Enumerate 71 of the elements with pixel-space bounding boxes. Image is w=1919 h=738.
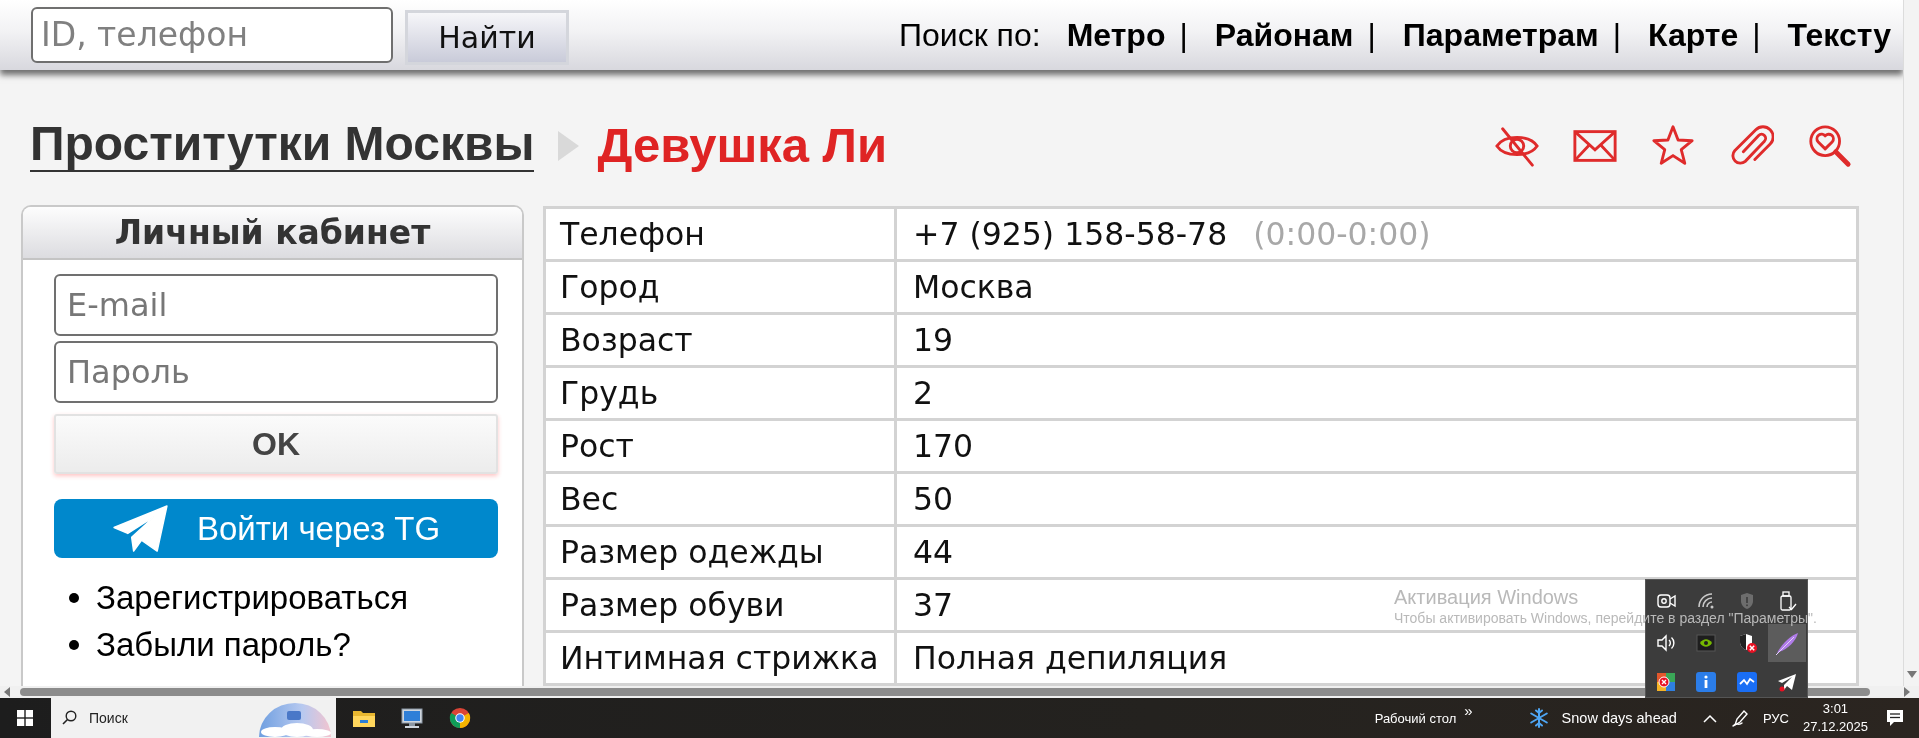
language-indicator[interactable]: РУС — [1762, 710, 1789, 726]
sidebar-link[interactable]: Забыли пароль? — [96, 625, 351, 664]
heart-magnifier-icon[interactable] — [1806, 122, 1852, 169]
nav-link[interactable]: Метро — [1066, 16, 1166, 54]
row-label: Вес — [560, 481, 619, 517]
bullet-icon — [69, 592, 79, 603]
telegram-login-button[interactable]: Войти через TG — [54, 499, 498, 558]
search-button[interactable]: Найти — [405, 10, 569, 65]
clock-date[interactable]: 27.12.2025 — [1802, 718, 1868, 736]
vertical-scrollbar[interactable] — [1903, 0, 1919, 686]
clock-time[interactable]: 3:01 — [1822, 700, 1849, 718]
nav-link[interactable]: Карте — [1647, 16, 1739, 54]
down-arrow-icon[interactable] — [1906, 671, 1917, 678]
nav-label: Поиск по: — [899, 16, 1041, 54]
horizontal-scrollbar[interactable] — [0, 686, 1919, 698]
email-field[interactable]: E-mail — [54, 274, 498, 336]
nav-link[interactable]: Тексту — [1787, 16, 1891, 54]
row-label: Телефон — [560, 216, 705, 252]
app-error-icon[interactable] — [1655, 670, 1678, 693]
row-label: Размер одежды — [560, 534, 824, 570]
row-value: Полная депиляция — [913, 640, 1228, 676]
feather-icon[interactable] — [1767, 624, 1806, 662]
row-label: Грудь — [560, 375, 659, 411]
row-label: Размер обуви — [560, 587, 785, 623]
row-value: +7 (925) 158-58-78 — [913, 216, 1228, 252]
row-label: Рост — [560, 428, 634, 464]
panel-header: Личный кабинет — [23, 207, 522, 260]
activation-title: Активация Windows — [1394, 586, 1579, 609]
desktop-toolbar[interactable]: Рабочий стол — [1374, 710, 1457, 726]
search-icon — [62, 710, 77, 725]
ok-button[interactable]: OK — [54, 414, 498, 474]
password-field[interactable]: Пароль — [54, 341, 498, 403]
right-arrow-icon[interactable] — [1904, 687, 1910, 697]
snowflake-icon — [1528, 708, 1549, 728]
row-label: Город — [560, 269, 660, 305]
row-value: 170 — [913, 428, 974, 464]
nav-link[interactable]: Районам — [1214, 16, 1354, 54]
row-value: Москва — [913, 269, 1034, 305]
nav-link[interactable]: Параметрам — [1402, 16, 1599, 54]
weather-widget[interactable]: Snow days ahead — [1528, 708, 1677, 728]
info-icon[interactable] — [1695, 670, 1718, 693]
separator: | — [1612, 16, 1621, 54]
scrollbar-thumb[interactable] — [20, 688, 1870, 696]
separator: | — [1752, 16, 1761, 54]
pulse-icon[interactable] — [1735, 670, 1758, 693]
paper-plane-icon — [111, 504, 169, 553]
row-value: 50 — [913, 481, 954, 517]
computer-icon[interactable] — [400, 707, 424, 729]
row-value: 19 — [913, 322, 954, 358]
row-label: Интимная стрижка — [560, 640, 879, 676]
breadcrumb-link[interactable]: Проститутки Москвы — [30, 119, 535, 172]
eye-logo-icon[interactable] — [1695, 632, 1718, 654]
row-value: 37 — [913, 587, 954, 623]
bullet-icon — [69, 639, 79, 650]
triangle-icon — [558, 130, 580, 161]
start-icon[interactable] — [17, 710, 33, 726]
row-label: Возраст — [560, 322, 693, 358]
row-value: 2 — [913, 375, 934, 411]
left-arrow-icon[interactable] — [4, 687, 10, 697]
sidebar-link[interactable]: Зарегистрироваться — [96, 578, 409, 617]
page-title: Девушка Ли — [597, 119, 888, 172]
chevron-up-icon[interactable] — [1702, 713, 1717, 723]
separator: | — [1179, 16, 1188, 54]
search-field[interactable]: ID, телефон — [31, 6, 393, 63]
separator: | — [1367, 16, 1376, 54]
pen-icon[interactable] — [1730, 709, 1749, 727]
toolbar-overflow[interactable]: » — [1464, 702, 1473, 719]
hours-note: (0:00-0:00) — [1253, 216, 1431, 252]
browser-icon[interactable] — [448, 707, 472, 729]
notification-icon[interactable] — [1886, 709, 1904, 727]
row-value: 44 — [913, 534, 954, 570]
